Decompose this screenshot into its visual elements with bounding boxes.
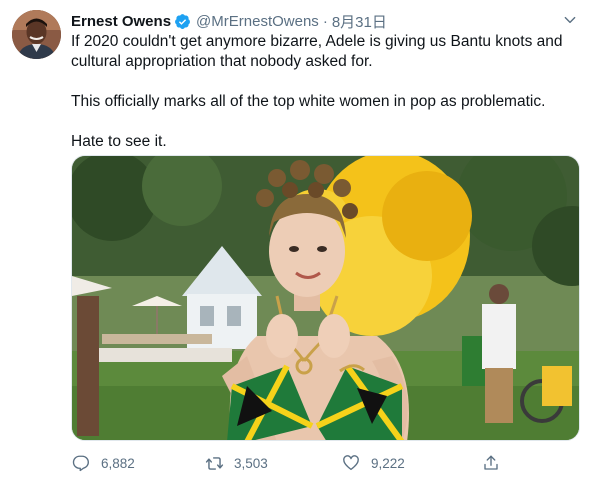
separator-dot: ·: [322, 12, 328, 30]
retweet-button[interactable]: 3,503: [204, 453, 341, 473]
display-name[interactable]: Ernest Owens: [71, 13, 171, 30]
tweet-actions: 6,882 3,503 9,222: [71, 452, 511, 474]
timestamp[interactable]: 8月31日: [332, 11, 387, 32]
tweet-paragraph: This officially marks all of the top whi…: [71, 93, 546, 110]
share-button[interactable]: [481, 453, 511, 473]
retweet-count: 3,503: [234, 455, 268, 471]
tweet-text: If 2020 couldn't get anymore bizarre, Ad…: [71, 32, 576, 152]
tweet-card[interactable]: Ernest Owens @MrErnestOwens · 8月31日 If 2…: [0, 0, 590, 478]
tweet-paragraph: If 2020 couldn't get anymore bizarre, Ad…: [71, 33, 563, 70]
avatar[interactable]: [12, 10, 61, 59]
reply-count: 6,882: [101, 455, 135, 471]
reply-button[interactable]: 6,882: [71, 453, 204, 473]
handle[interactable]: @MrErnestOwens: [196, 13, 319, 30]
retweet-icon: [204, 453, 224, 473]
share-icon: [481, 453, 501, 473]
tweet-paragraph: Hate to see it.: [71, 133, 167, 150]
reply-icon: [71, 453, 91, 473]
like-count: 9,222: [371, 455, 405, 471]
tweet-header: Ernest Owens @MrErnestOwens · 8月31日: [71, 11, 550, 31]
like-button[interactable]: 9,222: [341, 453, 481, 473]
heart-icon: [341, 453, 361, 473]
chevron-down-icon[interactable]: [560, 10, 580, 30]
tweet-photo[interactable]: [71, 155, 580, 441]
verified-badge-icon: [174, 13, 191, 30]
